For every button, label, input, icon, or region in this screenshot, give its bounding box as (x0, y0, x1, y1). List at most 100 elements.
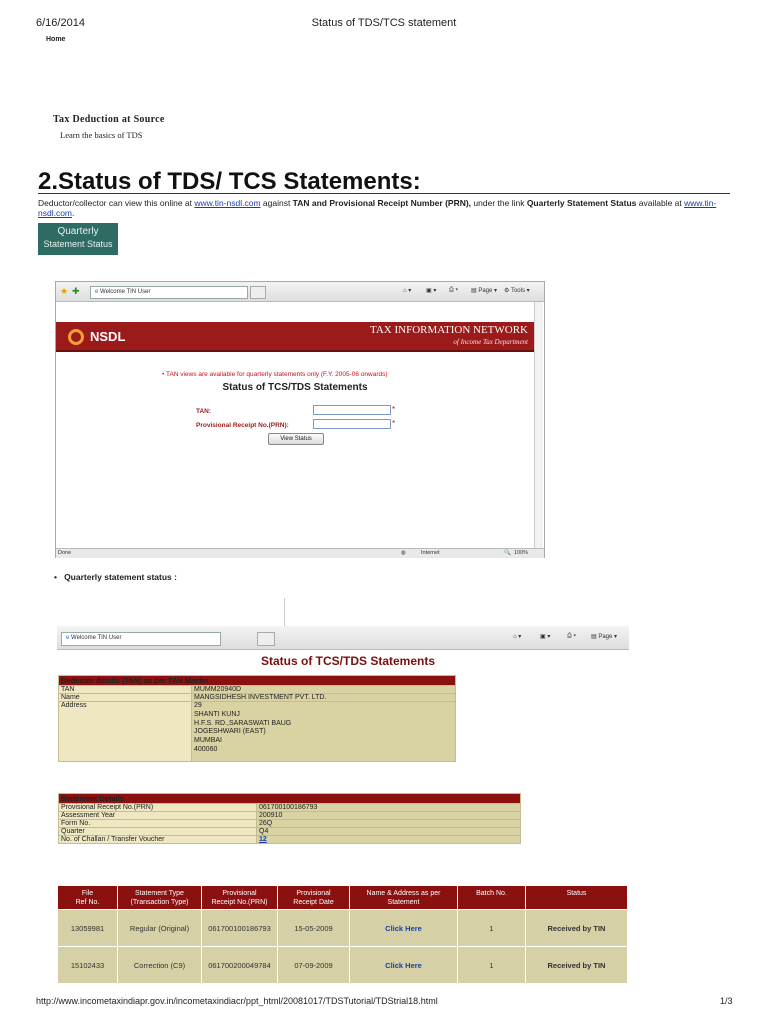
table-row: 15102433 Correction (C9) 061700200049784… (57, 946, 628, 984)
nsdl-logo-icon (68, 329, 84, 345)
address-label-cell: Address (58, 701, 192, 762)
page-menu-2[interactable]: ▤ Page ▾ (591, 633, 617, 640)
para-text-5: . (72, 208, 75, 218)
header-line: Name & Address as per (366, 889, 441, 897)
new-tab-button[interactable] (250, 286, 266, 299)
batch-cell: 1 (457, 946, 526, 984)
prn-value-cell: 061700100186793 (256, 803, 521, 812)
new-tab-button-2[interactable] (257, 632, 275, 646)
col-batch: Batch No. (457, 885, 526, 910)
statement-status-label: Statement Status (43, 239, 113, 249)
table-row: Assessment Year 200910 (58, 811, 521, 820)
challan-label-cell: No. of Challan / Transfer Voucher (58, 835, 257, 844)
statement-type-cell: Regular (Original) (117, 909, 202, 947)
click-here-link[interactable]: Click Here (385, 961, 422, 970)
table-row: Form No. 26Q (58, 819, 521, 828)
intro-paragraph: Deductor/collector can view this online … (38, 198, 730, 218)
col-receipt-date: Provisional Receipt Date (277, 885, 350, 910)
address-line: 29 (194, 702, 202, 709)
tan-label-cell: TAN (58, 685, 192, 694)
para-text-4: available at (636, 198, 685, 208)
divider-line (284, 598, 285, 628)
table-row: Address 29 SHANTI KUNJ H.F.S. RD.,SARASW… (58, 701, 456, 762)
address-value-cell: 29 SHANTI KUNJ H.F.S. RD.,SARASWATI BAUG… (191, 701, 456, 762)
header-line: Statement Type (135, 889, 184, 897)
header-line: (Transaction Type) (130, 898, 189, 906)
table-row: Name MANGSIDHESH INVESTMENT PVT. LTD. (58, 693, 456, 702)
challan-count-link[interactable]: 12 (259, 836, 267, 843)
intro-subheading: Learn the basics of TDS (60, 130, 143, 140)
statement-header: Statement Details (58, 793, 521, 804)
nsdl-banner: NSDL TAX INFORMATION NETWORK of Income T… (56, 322, 534, 352)
intro-heading: Tax Deduction at Source (53, 114, 165, 125)
status-zoom[interactable]: 100% (514, 550, 528, 556)
assessment-year-value-cell: 200910 (256, 811, 521, 820)
status-cell: Received by TIN (525, 946, 628, 984)
header-line: Receipt No.(PRN) (211, 898, 268, 906)
browser-tab[interactable]: e Welcome TIN User (90, 286, 248, 299)
name-value-cell: MANGSIDHESH INVESTMENT PVT. LTD. (191, 693, 456, 702)
address-line: SHANTI KUNJ (194, 710, 240, 718)
quarterly-label: Quarterly (57, 226, 99, 237)
tan-label: TAN: (196, 408, 212, 415)
prn-cell: 061700200049784 (201, 946, 278, 984)
address-line: MUMBAI (194, 737, 222, 745)
status-zone: Internet (421, 550, 440, 556)
page-menu-label-2: Page (598, 634, 613, 640)
nsdl-logo-text: NSDL (90, 329, 126, 344)
view-status-button[interactable]: View Status (268, 433, 324, 445)
globe-icon: ◍ (401, 550, 406, 556)
tan-value-cell: MUMM20940D (191, 685, 456, 694)
batch-cell: 1 (457, 909, 526, 947)
print-icon[interactable]: ⎙ ▾ (449, 287, 458, 294)
receipt-date-cell: 07-09-2009 (277, 946, 350, 984)
tools-menu[interactable]: ⚙ Tools ▾ (504, 287, 530, 294)
favorites-star-icon[interactable]: ★ (60, 286, 68, 297)
feeds-icon[interactable]: ▣ ▾ (426, 287, 436, 294)
print-footer-url: http://www.incometaxindiapr.gov.in/incom… (36, 996, 438, 1006)
browser-screenshot-form: ★ ✚ e Welcome TIN User ⌂ ▾ ▣ ▾ ⎙ ▾ ▤ Pag… (55, 281, 545, 558)
browser-toolbar: ★ ✚ e Welcome TIN User ⌂ ▾ ▣ ▾ ⎙ ▾ ▤ Pag… (56, 282, 544, 302)
home-icon-2[interactable]: ⌂ ▾ (513, 633, 521, 640)
prn-label: Provisional Receipt No.(PRN): (196, 422, 289, 429)
tin-nsdl-link-1[interactable]: www.tin-nsdl.com (194, 198, 260, 208)
tan-input[interactable] (313, 405, 391, 415)
prn-input[interactable] (313, 419, 391, 429)
header-line: File (81, 889, 94, 897)
header-line: Status (566, 889, 587, 897)
table-row: 13059981 Regular (Original) 061700100186… (57, 909, 628, 947)
form-title: Status of TCS/TDS Statements (222, 382, 368, 393)
page-menu[interactable]: ▤ Page ▾ (471, 287, 497, 294)
status-cell: Received by TIN (525, 909, 628, 947)
header-line: Provisional (296, 889, 331, 897)
form-no-label-cell: Form No. (58, 819, 257, 828)
file-ref-cell: 15102433 (57, 946, 118, 984)
print-icon-2[interactable]: ⎙ ▾ (567, 633, 576, 640)
table-row: Quarter Q4 (58, 827, 521, 836)
tan-notice-text: TAN views are available for quarterly st… (165, 371, 388, 378)
feeds-icon-2[interactable]: ▣ ▾ (540, 633, 550, 640)
status-done: Done (58, 550, 72, 556)
scrollbar[interactable] (534, 302, 543, 548)
tin-subtitle: of Income Tax Department (453, 338, 528, 346)
print-footer-page: 1/3 (720, 996, 733, 1006)
address-line: H.F.S. RD.,SARASWATI BAUG (194, 719, 292, 727)
para-text-2: against (260, 198, 293, 208)
tab-title: Welcome TIN User (100, 289, 151, 295)
click-here-link[interactable]: Click Here (385, 924, 422, 933)
table-row: No. of Challan / Transfer Voucher 12 (58, 835, 521, 844)
file-ref-cell: 13059981 (57, 909, 118, 947)
quarterly-statement-status-button[interactable]: Quarterly Statement Status (38, 223, 118, 255)
add-favorite-icon[interactable]: ✚ (72, 286, 80, 297)
section-rule (38, 193, 730, 194)
ie-page-icon: e (95, 289, 99, 295)
address-line: 400060 (194, 745, 218, 753)
home-link[interactable]: Home (46, 36, 65, 43)
zoom-icon[interactable]: 🔍 (504, 550, 511, 556)
browser-tab-2[interactable]: e Welcome TIN User (61, 632, 221, 646)
quarterly-status-bullet: • Quarterly statement status : (54, 572, 177, 582)
home-icon[interactable]: ⌂ ▾ (403, 287, 411, 294)
header-line: Batch No. (476, 889, 507, 897)
name-label-cell: Name (58, 693, 192, 702)
prn-label-cell: Provisional Receipt No.(PRN) (58, 803, 257, 812)
